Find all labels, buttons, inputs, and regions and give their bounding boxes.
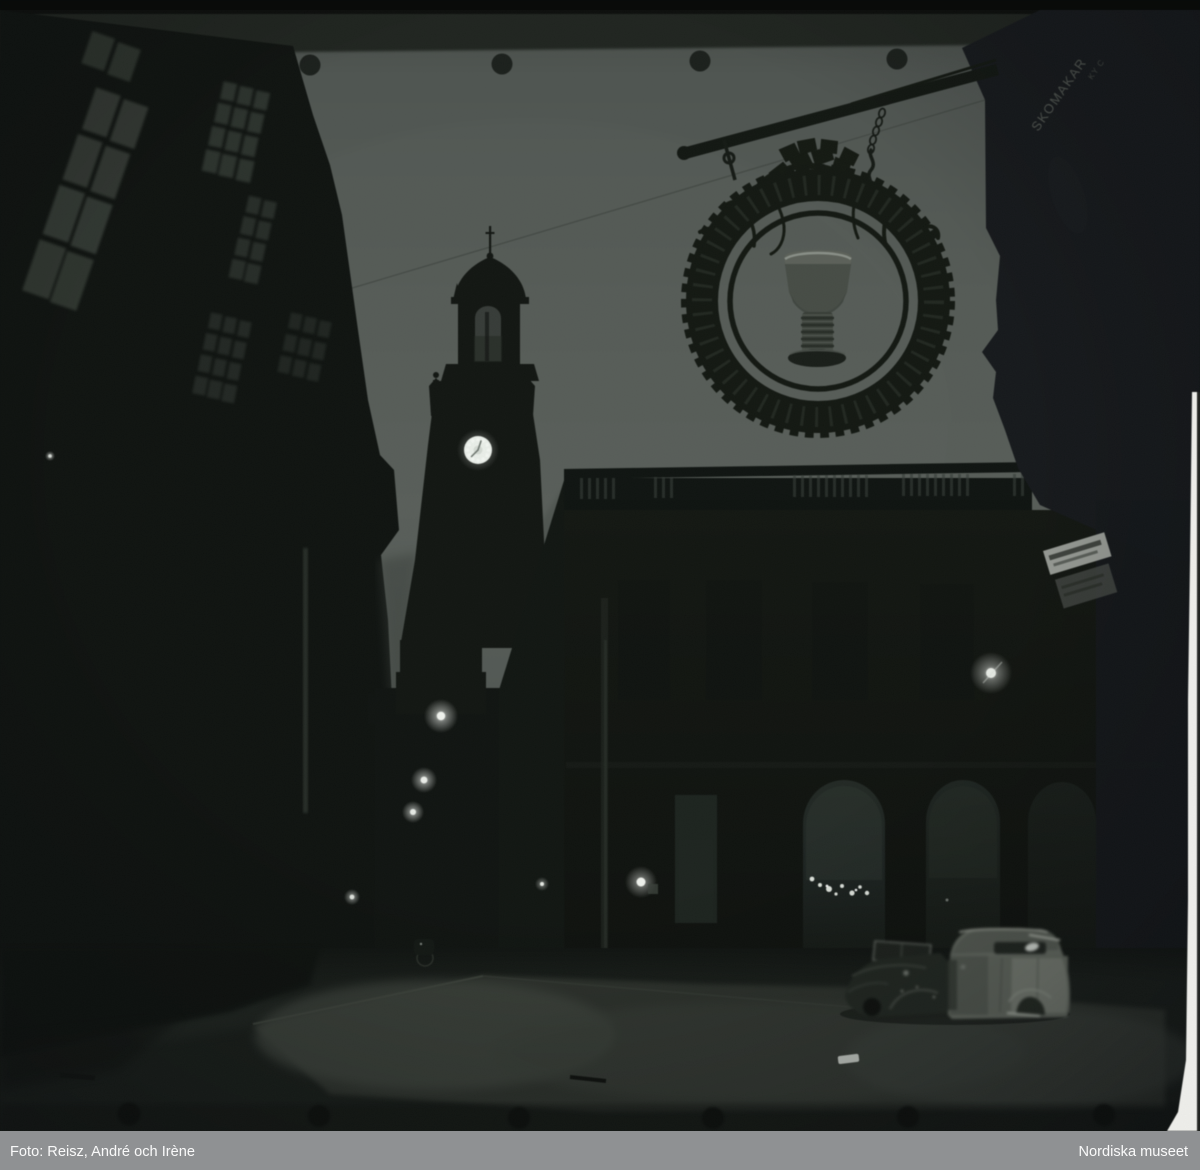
svg-text:Nordiska museet: Nordiska museet: [1079, 1144, 1189, 1160]
svg-text:Foto: Reisz, André och Irène: Foto: Reisz, André och Irène: [10, 1144, 195, 1160]
